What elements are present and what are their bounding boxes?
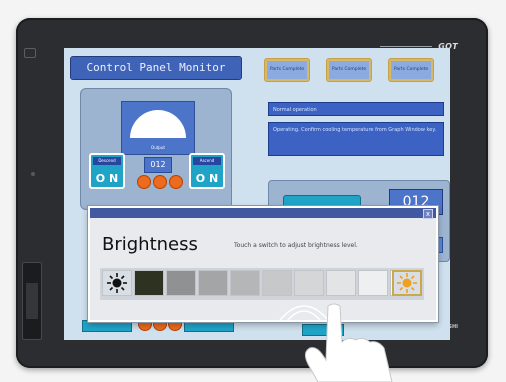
status-message: Normal operation [268,102,444,116]
gauge-dial [130,110,186,138]
lamp-2 [153,175,167,189]
brightness-level-1[interactable] [134,270,164,296]
status-led [31,172,35,176]
descend-value: O N [95,172,119,185]
dialog-title-bar [90,208,436,218]
dialog-hint: Touch a switch to adjust brightness leve… [234,242,358,249]
brightness-level-5[interactable] [262,270,292,296]
hmi-screen: Control Panel Monitor Parts Complete Par… [64,48,450,340]
brightness-level-7[interactable] [326,270,356,296]
descend-label: Descend [93,157,121,165]
counter-display: 012 [144,157,172,173]
power-indicator [24,48,36,58]
parts-complete-button-2[interactable]: Parts Complete [326,58,372,82]
page-title: Control Panel Monitor [70,56,242,80]
control-group: Output Descend O N 012 Ascend O N [80,88,232,210]
bright-sun-icon[interactable] [392,270,422,296]
ascend-label: Ascend [193,157,221,165]
card-slot [22,262,42,340]
brightness-level-4[interactable] [230,270,260,296]
gauge-label: Output [151,145,165,150]
lamp-3 [169,175,183,189]
brightness-level-6[interactable] [294,270,324,296]
close-icon[interactable]: x [423,209,433,219]
brightness-level-bar [100,268,424,300]
pointing-hand-icon [304,303,393,382]
ascend-switch[interactable]: Ascend O N [189,153,225,189]
parts-complete-button-3[interactable]: Parts Complete [388,58,434,82]
brightness-level-2[interactable] [166,270,196,296]
dim-sun-icon[interactable] [102,270,132,296]
brightness-level-3[interactable] [198,270,228,296]
info-message: Operating. Confirm cooling temperature f… [268,122,444,156]
brightness-level-8[interactable] [358,270,388,296]
lamp-1 [137,175,151,189]
parts-complete-button-1[interactable]: Parts Complete [264,58,310,82]
descend-switch[interactable]: Descend O N [89,153,125,189]
dialog-title: Brightness [102,234,198,255]
output-gauge: Output [121,101,195,155]
ascend-value: O N [195,172,219,185]
